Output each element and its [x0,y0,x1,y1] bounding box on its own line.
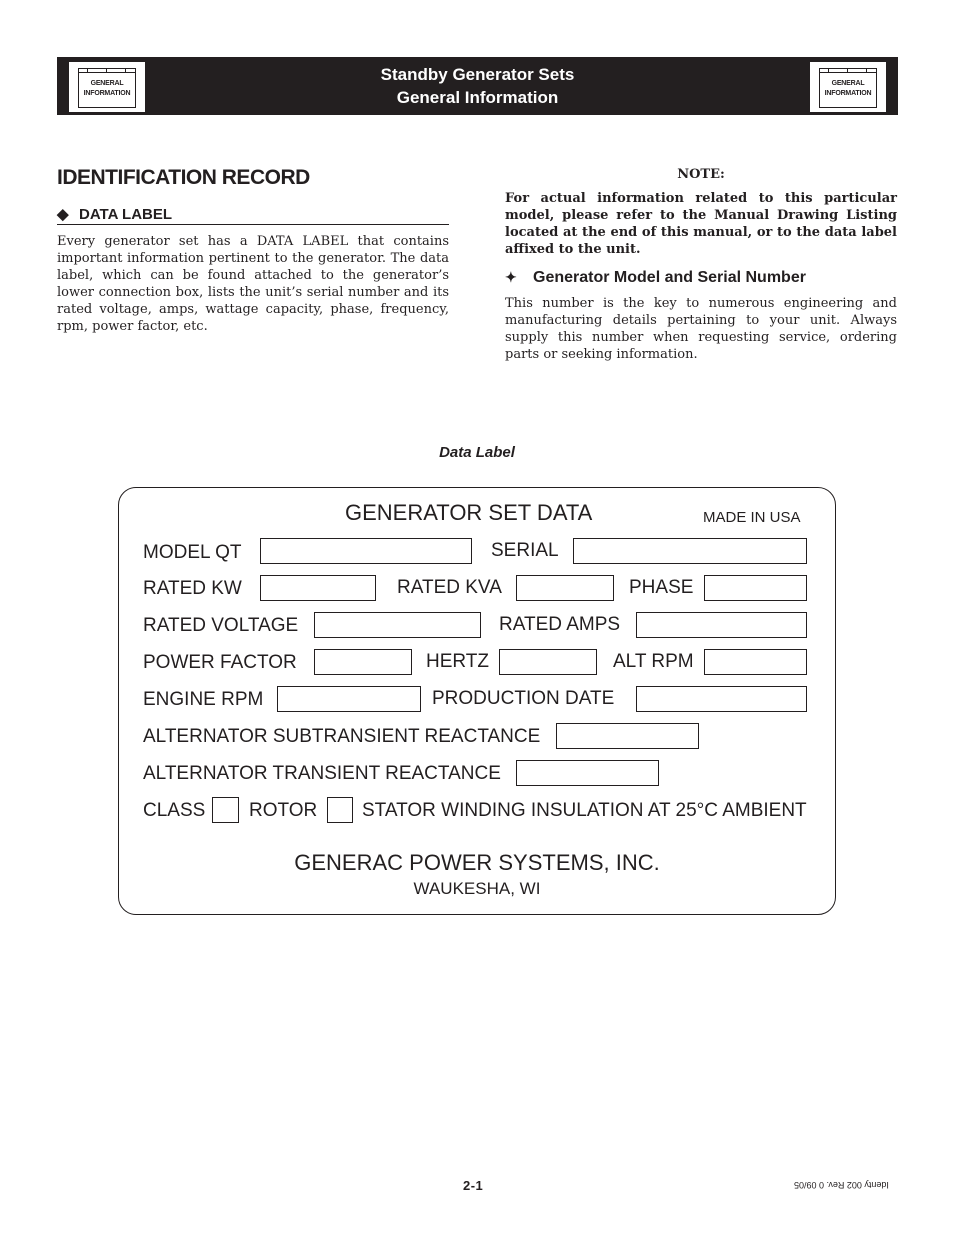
rated-voltage-label: RATED VOLTAGE [143,615,299,636]
production-date-label: PRODUCTION DATE [432,688,615,709]
data-label-paragraph: Every generator set has a DATA LABEL tha… [57,234,449,334]
model-serial-subheading: ✦ Generator Model and Serial Number [505,269,806,286]
company-location: WAUKESHA, WI [413,879,541,898]
serial-label: SERIAL [491,540,559,561]
power-factor-field [314,649,412,675]
rated-amps-field [636,612,807,638]
hertz-label: HERTZ [426,651,489,672]
model-label: MODEL QT [143,542,242,563]
alt-rpm-label: ALT RPM [613,651,694,672]
diamond-bullet-icon: ◆ [57,206,69,223]
document-id: Identy 002 Rev. 0 09/05 [794,1180,889,1190]
engine-rpm-field [277,686,421,712]
power-factor-label: POWER FACTOR [143,652,297,673]
class-label: CLASS [143,800,206,821]
page-number: 2-1 [463,1178,484,1193]
subtransient-reactance-field [556,723,699,749]
company-name: GENERAC POWER SYSTEMS, INC. [294,850,660,875]
model-serial-paragraph: This number is the key to numerous engin… [505,296,897,362]
stator-insulation-label: STATOR WINDING INSULATION AT 25°C AMBIEN… [362,800,807,821]
data-label-subheading: ◆ DATA LABEL [57,205,449,225]
phase-label: PHASE [629,577,694,598]
subtransient-reactance-label: ALTERNATOR SUBTRANSIENT REACTANCE [143,726,541,747]
rotor-label: ROTOR [249,800,318,821]
model-field [260,538,472,564]
rated-kw-label: RATED KW [143,578,242,599]
rated-kw-field [260,575,376,601]
made-in-usa: MADE IN USA [703,509,801,526]
note-title: NOTE: [677,167,725,182]
class-stator-field [327,797,353,823]
engine-rpm-label: ENGINE RPM [143,689,264,710]
transient-reactance-label: ALTERNATOR TRANSIENT REACTANCE [143,763,501,784]
alt-rpm-field [704,649,807,675]
label-title: GENERATOR SET DATA [345,500,593,525]
header-title: Standby Generator Sets General Informati… [380,65,575,107]
general-information-tab-icon: GENERAL INFORMATION [810,62,886,112]
class-rotor-field [212,797,239,823]
production-date-field [636,686,807,712]
serial-field [573,538,807,564]
section-title: IDENTIFICATION RECORD [57,166,310,189]
note-body: For actual information related to this p… [505,191,897,257]
phase-field [704,575,807,601]
rated-kva-label: RATED KVA [397,577,502,598]
page-header: GENERAL INFORMATION Standby Generator Set… [57,57,898,115]
data-label-figure: GENERATOR SET DATA MADE IN USA MODEL QT … [118,487,836,915]
transient-reactance-field [516,760,659,786]
star-bullet-icon: ✦ [505,269,517,285]
hertz-field [499,649,597,675]
rated-kva-field [516,575,614,601]
figure-caption: Data Label [439,444,515,461]
rated-amps-label: RATED AMPS [499,614,621,635]
rated-voltage-field [314,612,481,638]
